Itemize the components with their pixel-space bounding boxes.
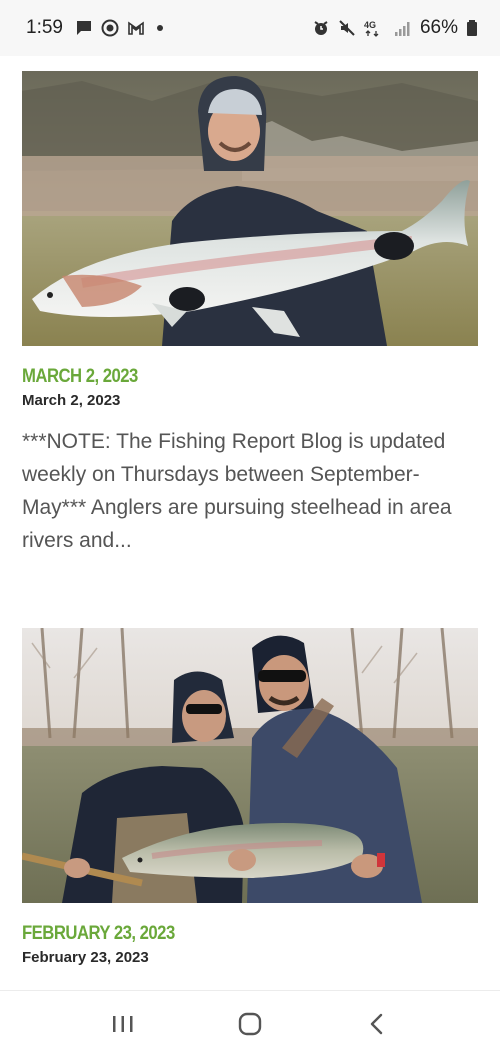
back-button[interactable] [355,1002,399,1046]
recents-button[interactable] [101,1002,145,1046]
battery-icon [467,20,477,36]
post-image-two-anglers[interactable] [22,628,478,903]
recents-icon [113,1015,133,1032]
status-left: 1:59 [26,17,163,39]
status-right: 4G 66% [312,17,478,39]
circle-check-icon [101,19,119,37]
post-date-heading[interactable]: FEBRUARY 23, 2023 [22,923,423,945]
chat-icon [76,21,91,35]
home-button[interactable] [228,1002,272,1046]
post-date-heading[interactable]: MARCH 2, 2023 [22,366,423,388]
post-image-steelhead-angler[interactable] [22,71,478,346]
post-date: March 2, 2023 [22,392,121,409]
blog-post: MARCH 2, 2023 March 2, 2023 ***NOTE: The… [22,71,478,557]
svg-text:4G: 4G [364,20,376,30]
lte-data-icon: 4G [364,20,379,37]
post-excerpt[interactable]: ***NOTE: The Fishing Report Blog is upda… [22,425,478,557]
mute-icon [339,20,355,36]
notification-dot [156,25,163,31]
home-icon [238,1012,262,1035]
blog-feed[interactable]: MARCH 2, 2023 March 2, 2023 ***NOTE: The… [0,56,500,990]
signal-icon [394,22,410,36]
status-time: 1:59 [26,17,63,38]
android-nav-bar [0,990,500,1056]
back-icon [370,1013,382,1034]
blog-post: FEBRUARY 23, 2023 February 23, 2023 [22,628,478,966]
post-date: February 23, 2023 [22,949,149,966]
alarm-icon [314,21,328,35]
battery-percent: 66% [419,17,458,38]
gmail-icon [128,21,144,35]
status-bar: 1:59 4G 66% [0,0,500,56]
